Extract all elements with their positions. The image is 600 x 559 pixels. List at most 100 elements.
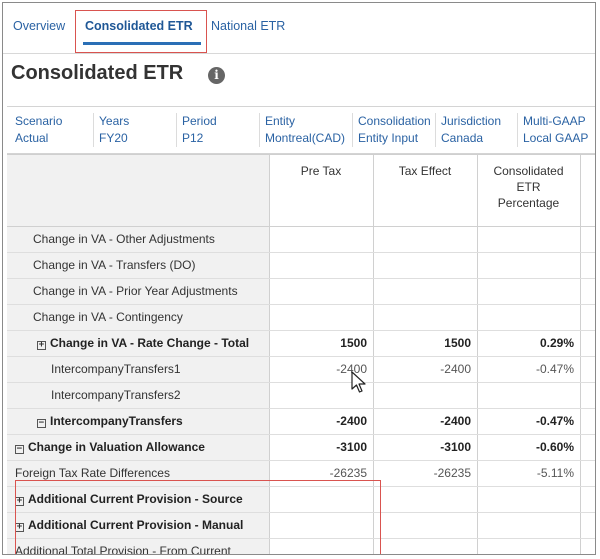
column-header-line: Consolidated [493, 164, 564, 178]
app-frame: Overview Consolidated ETR National ETR C… [2, 2, 596, 555]
pov-value: Local GAAP [523, 131, 589, 145]
pov-label: Multi-GAAP [523, 114, 586, 128]
pov-consolidation[interactable]: Consolidation Entity Input [358, 113, 431, 147]
table-row[interactable]: Change in VA - Prior Year Adjustments [7, 279, 595, 305]
row-label[interactable]: IntercompanyTransfers2 [51, 388, 181, 402]
pov-divider [352, 113, 353, 147]
cell-tax-effect[interactable]: -2400 [440, 362, 471, 376]
row-label[interactable]: − IntercompanyTransfers [37, 414, 183, 428]
cell-pre-tax[interactable]: -2400 [336, 414, 367, 428]
row-label[interactable]: Change in VA - Other Adjustments [33, 232, 215, 246]
pov-label: Consolidation [358, 114, 431, 128]
pov-value: Canada [441, 131, 484, 145]
pov-label: Entity [265, 114, 296, 128]
mouse-cursor-icon [351, 371, 366, 393]
row-label[interactable]: + Change in VA - Rate Change - Total [37, 336, 249, 350]
pov-period[interactable]: Period P12 [182, 113, 217, 147]
pov-value: Entity Input [358, 131, 419, 145]
row-label-text: Foreign Tax Rate Differences [15, 466, 170, 480]
pov-divider [435, 113, 436, 147]
collapse-icon[interactable]: − [37, 419, 46, 428]
row-label-text: Change in VA - Contingency [33, 310, 183, 324]
column-header-etr-percentage[interactable]: Consolidated ETR Percentage [477, 163, 580, 211]
column-header-line: ETR [516, 180, 541, 194]
pov-label: Jurisdiction [441, 114, 502, 128]
table-row[interactable]: − Change in Valuation Allowance -3100 -3100… [7, 435, 595, 461]
pov-bar: Scenario Actual Years FY20 Period P12 En… [7, 106, 595, 154]
pov-years[interactable]: Years FY20 [99, 113, 129, 147]
tab-overview[interactable]: Overview [13, 19, 65, 33]
row-label[interactable]: IntercompanyTransfers1 [51, 362, 181, 376]
table-row[interactable]: − IntercompanyTransfers -2400 -2400 -0.47% [7, 409, 595, 435]
row-label-text: Additional Total Provision - From Curren… [15, 544, 231, 555]
expand-icon[interactable]: + [15, 497, 24, 506]
collapse-icon[interactable]: − [15, 445, 24, 454]
row-label-text: Change in Valuation Allowance [28, 440, 205, 454]
row-label-text: IntercompanyTransfers [50, 414, 183, 428]
row-label[interactable]: Additional Total Provision - From Curren… [15, 544, 231, 555]
row-label[interactable]: + Additional Current Provision - Manual [15, 518, 243, 532]
pov-divider [176, 113, 177, 147]
tab-national-etr[interactable]: National ETR [211, 19, 285, 33]
table-row[interactable]: IntercompanyTransfers1 -2400 -2400 -0.47% [7, 357, 595, 383]
row-label-text: Change in VA - Prior Year Adjustments [33, 284, 238, 298]
expand-icon[interactable]: + [37, 341, 46, 350]
row-label[interactable]: Foreign Tax Rate Differences [15, 466, 170, 480]
cell-etr[interactable]: -5.11% [537, 466, 574, 480]
row-label-text: Change in VA - Rate Change - Total [50, 336, 250, 350]
etr-grid: Pre Tax Tax Effect Consolidated ETR Perc… [7, 154, 595, 555]
pov-label: Years [99, 114, 130, 128]
cell-tax-effect[interactable]: 1500 [444, 336, 471, 350]
table-row[interactable]: Change in VA - Other Adjustments [7, 227, 595, 253]
tab-bar: Overview Consolidated ETR National ETR [3, 3, 595, 54]
cell-etr[interactable]: 0.29% [540, 336, 574, 350]
tab-highlight-box [75, 10, 207, 53]
page-title: Consolidated ETR [11, 62, 184, 84]
pov-jurisdiction[interactable]: Jurisdiction Canada [441, 113, 501, 147]
pov-entity[interactable]: Entity Montreal(CAD) [265, 113, 345, 147]
table-row[interactable]: IntercompanyTransfers2 [7, 383, 595, 409]
pov-divider [93, 113, 94, 147]
table-row[interactable]: + Additional Current Provision - Manual [7, 513, 595, 539]
cell-tax-effect[interactable]: -2400 [440, 414, 471, 428]
cell-pre-tax[interactable]: -3100 [336, 440, 367, 454]
table-row[interactable]: Additional Total Provision - From Curren… [7, 539, 595, 555]
cell-tax-effect[interactable]: -3100 [440, 440, 471, 454]
cell-tax-effect[interactable]: -26235 [434, 466, 471, 480]
table-row[interactable]: Change in VA - Contingency [7, 305, 595, 331]
cell-etr[interactable]: -0.60% [536, 440, 574, 454]
row-label-text: Additional Current Provision - Manual [28, 518, 244, 532]
table-row[interactable]: + Change in VA - Rate Change - Total 1500 1… [7, 331, 595, 357]
pov-value: P12 [182, 131, 204, 145]
row-label-text: Additional Current Provision - Source [28, 492, 243, 506]
row-label-text: IntercompanyTransfers1 [51, 362, 181, 376]
pov-scenario[interactable]: Scenario Actual [15, 113, 62, 147]
pov-label: Period [182, 114, 217, 128]
row-label-text: IntercompanyTransfers2 [51, 388, 181, 402]
pov-value: Actual [15, 131, 49, 145]
pov-value: Montreal(CAD) [265, 131, 346, 145]
row-label[interactable]: + Additional Current Provision - Source [15, 492, 243, 506]
pov-divider [517, 113, 518, 147]
column-header-line: Percentage [497, 196, 560, 210]
column-header-tax-effect[interactable]: Tax Effect [373, 163, 477, 179]
table-row[interactable]: Change in VA - Transfers (DO) [7, 253, 595, 279]
column-header-pre-tax[interactable]: Pre Tax [269, 163, 373, 179]
table-row[interactable]: + Additional Current Provision - Source [7, 487, 595, 513]
pov-multi-gaap[interactable]: Multi-GAAP Local GAAP [523, 113, 588, 147]
cell-pre-tax[interactable]: -26235 [330, 466, 367, 480]
cell-etr[interactable]: -0.47% [536, 362, 574, 376]
row-label-text: Change in VA - Transfers (DO) [33, 258, 196, 272]
row-label[interactable]: Change in VA - Contingency [33, 310, 183, 324]
cell-etr[interactable]: -0.47% [536, 414, 574, 428]
expand-icon[interactable]: + [15, 523, 24, 532]
pov-label: Scenario [15, 114, 63, 128]
row-label-text: Change in VA - Other Adjustments [33, 232, 215, 246]
row-label[interactable]: Change in VA - Prior Year Adjustments [33, 284, 238, 298]
cell-pre-tax[interactable]: 1500 [340, 336, 367, 350]
row-label[interactable]: − Change in Valuation Allowance [15, 440, 205, 454]
row-label[interactable]: Change in VA - Transfers (DO) [33, 258, 196, 272]
pov-divider [259, 113, 260, 147]
table-row[interactable]: Foreign Tax Rate Differences -26235 -26235… [7, 461, 595, 487]
info-icon[interactable]: i [208, 67, 225, 84]
